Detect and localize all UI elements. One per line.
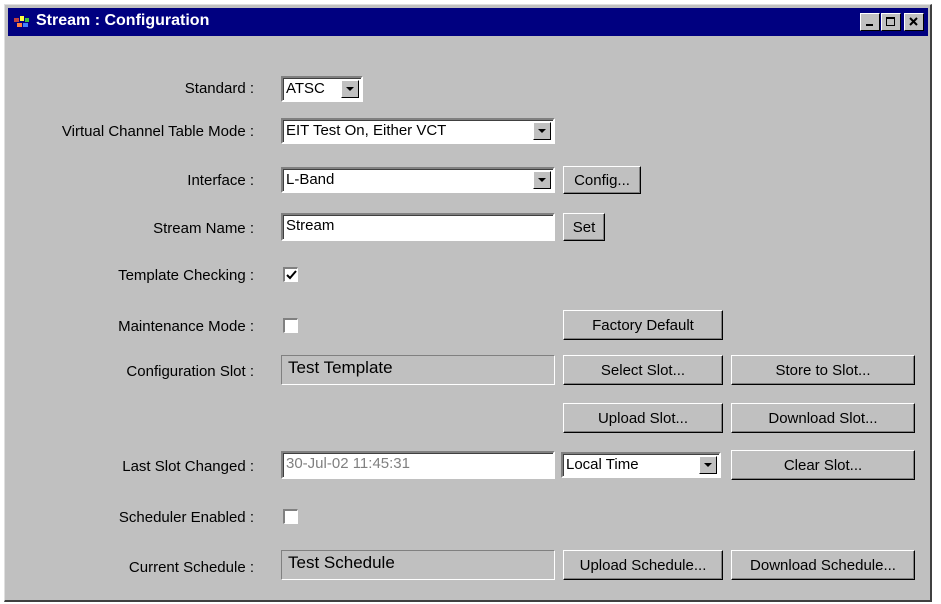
scheduler-enabled-checkbox[interactable] xyxy=(283,509,298,524)
vct-mode-value: EIT Test On, Either VCT xyxy=(286,122,447,139)
interface-select[interactable]: L-Band xyxy=(281,167,555,193)
download-schedule-button[interactable]: Download Schedule... xyxy=(731,550,915,580)
time-zone-select[interactable]: Local Time xyxy=(561,452,721,478)
stream-name-input[interactable]: Stream xyxy=(281,213,555,241)
maintenance-mode-label: Maintenance Mode : xyxy=(118,318,254,335)
close-icon xyxy=(909,17,918,26)
select-slot-button[interactable]: Select Slot... xyxy=(563,355,723,385)
interface-label: Interface : xyxy=(187,172,254,189)
chevron-down-icon[interactable] xyxy=(699,456,717,474)
maintenance-mode-checkbox[interactable] xyxy=(283,318,298,333)
minimize-button[interactable] xyxy=(860,13,880,31)
last-slot-changed-value: 30-Jul-02 11:45:31 xyxy=(286,455,410,472)
template-checking-label: Template Checking : xyxy=(118,267,254,284)
template-checking-checkbox[interactable] xyxy=(283,267,298,282)
last-slot-changed-field: 30-Jul-02 11:45:31 xyxy=(281,451,555,479)
time-zone-value: Local Time xyxy=(566,456,639,473)
upload-slot-button[interactable]: Upload Slot... xyxy=(563,403,723,433)
last-slot-changed-label: Last Slot Changed : xyxy=(122,458,254,475)
stream-name-label: Stream Name : xyxy=(153,220,254,237)
store-to-slot-button[interactable]: Store to Slot... xyxy=(731,355,915,385)
maximize-icon xyxy=(886,17,895,26)
vct-mode-label: Virtual Channel Table Mode : xyxy=(61,123,254,140)
stream-name-value: Stream xyxy=(286,217,335,234)
interface-value: L-Band xyxy=(286,171,335,188)
current-schedule-label: Current Schedule : xyxy=(128,559,254,576)
clear-slot-button[interactable]: Clear Slot... xyxy=(731,450,915,480)
standard-value: ATSC xyxy=(286,80,325,97)
current-schedule-field: Test Schedule xyxy=(281,550,555,580)
configuration-slot-value: Test Template xyxy=(288,358,393,377)
chevron-down-icon[interactable] xyxy=(533,171,551,189)
title-bar[interactable]: Stream : Configuration xyxy=(8,8,928,36)
upload-schedule-button[interactable]: Upload Schedule... xyxy=(563,550,723,580)
configuration-slot-field: Test Template xyxy=(281,355,555,385)
chevron-down-icon[interactable] xyxy=(341,80,359,98)
app-icon xyxy=(14,16,29,27)
standard-select[interactable]: ATSC xyxy=(281,76,363,102)
standard-label: Standard : xyxy=(184,80,254,97)
scheduler-enabled-label: Scheduler Enabled : xyxy=(118,509,254,526)
download-slot-button[interactable]: Download Slot... xyxy=(731,403,915,433)
stream-configuration-window: Stream : Configuration Standard : ATSC V… xyxy=(4,4,932,602)
vct-mode-select[interactable]: EIT Test On, Either VCT xyxy=(281,118,555,144)
minimize-icon xyxy=(866,24,873,26)
close-button[interactable] xyxy=(904,13,924,31)
configuration-slot-label: Configuration Slot : xyxy=(126,363,254,380)
factory-default-button[interactable]: Factory Default xyxy=(563,310,723,340)
chevron-down-icon[interactable] xyxy=(533,122,551,140)
set-button[interactable]: Set xyxy=(563,213,605,241)
maximize-button[interactable] xyxy=(881,13,901,31)
current-schedule-value: Test Schedule xyxy=(288,553,395,572)
config-button[interactable]: Config... xyxy=(563,166,641,194)
checkmark-icon xyxy=(285,269,297,279)
window-title: Stream : Configuration xyxy=(36,12,210,29)
